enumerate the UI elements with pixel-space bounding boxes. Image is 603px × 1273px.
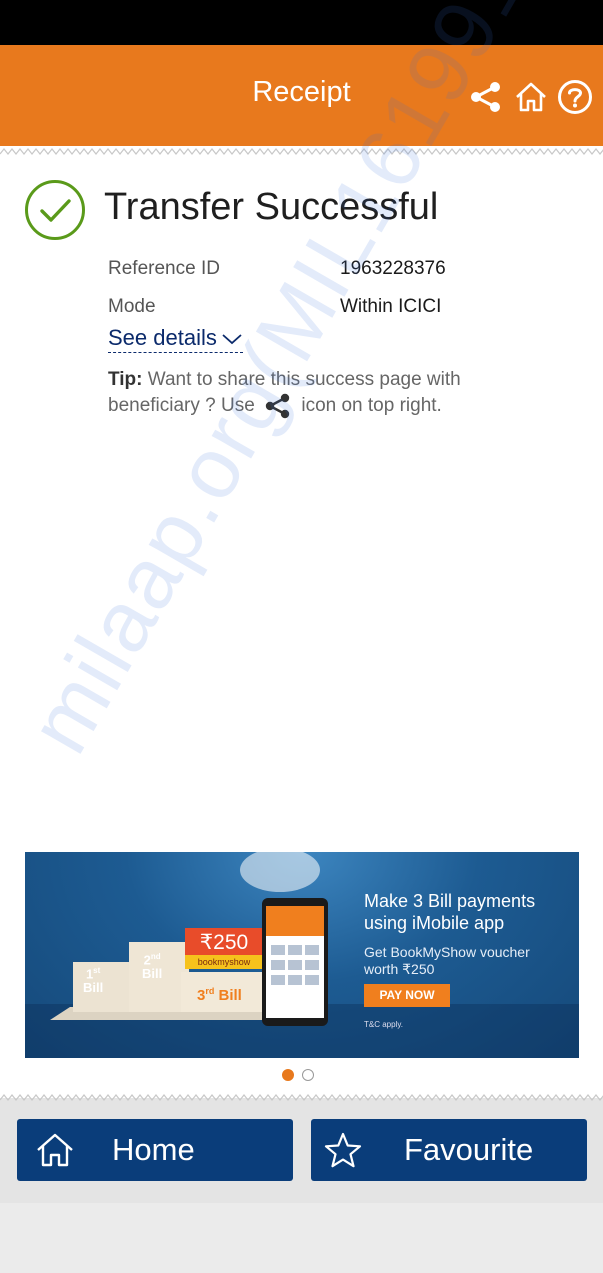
status-title: Transfer Successful xyxy=(104,186,439,228)
carousel-dot-2[interactable] xyxy=(302,1069,314,1081)
home-button[interactable]: Home xyxy=(17,1119,293,1181)
step-2-ordinal: 2 xyxy=(143,952,151,968)
step-3-bill: Bill xyxy=(218,987,242,1004)
favourite-button[interactable]: Favourite xyxy=(311,1119,587,1181)
home-icon[interactable] xyxy=(513,79,549,115)
voucher-amount: ₹250 xyxy=(199,931,249,954)
status-bar xyxy=(0,0,603,45)
share-icon xyxy=(265,393,290,419)
carousel-dots xyxy=(282,1069,314,1081)
voucher-brand: bookmyshow xyxy=(197,957,251,967)
step-3-label: 3rd Bill xyxy=(197,986,242,1004)
mode-label: Mode xyxy=(108,296,156,317)
terms-text: T&C apply. xyxy=(364,1020,403,1029)
step-1-bill: Bill xyxy=(83,980,104,996)
help-icon[interactable] xyxy=(557,79,593,115)
step-2-bill: Bill xyxy=(142,966,163,982)
carousel-dot-1[interactable] xyxy=(282,1069,294,1081)
step-1-sup: st xyxy=(93,966,101,975)
favourite-button-label: Favourite xyxy=(404,1132,534,1167)
check-circle-icon xyxy=(25,180,85,240)
reference-id-value: 1963228376 xyxy=(340,258,446,279)
banner-headline: Make 3 Bill payments using iMobile app xyxy=(364,891,536,933)
reference-id-label: Reference ID xyxy=(108,258,220,279)
zigzag-divider xyxy=(0,148,603,155)
tip-text: Tip: Want to share this success page wit… xyxy=(108,368,518,420)
app-header: Receipt xyxy=(0,45,603,146)
see-details-label: See details xyxy=(108,325,217,350)
step-2-label: 2nd Bill xyxy=(142,950,162,981)
step-1-label: 1st Bill xyxy=(83,964,103,995)
banner-copy: Make 3 Bill payments using iMobile app G… xyxy=(364,890,564,978)
pay-now-button[interactable]: PAY NOW xyxy=(364,984,450,1007)
share-icon[interactable] xyxy=(468,79,504,115)
step-2-sup: nd xyxy=(150,952,161,961)
tip-prefix: Tip: xyxy=(108,369,143,390)
mode-value: Within ICICI xyxy=(340,296,442,317)
home-button-label: Home xyxy=(112,1132,195,1167)
banner-subline: Get BookMyShow voucher worth ₹250 xyxy=(364,944,530,977)
footer-spacer xyxy=(0,1203,603,1273)
see-details-link[interactable]: See details xyxy=(108,325,243,353)
home-icon xyxy=(37,1133,73,1167)
step-3-sup: rd xyxy=(205,986,215,996)
star-icon xyxy=(324,1132,362,1168)
promo-banner[interactable]: 1st Bill 2nd Bill 3rd Bill ₹250 bookmyshow… xyxy=(25,852,579,1058)
tip-body-end: icon on top right. xyxy=(301,395,442,417)
zigzag-divider xyxy=(0,1094,603,1101)
chevron-down-icon xyxy=(222,334,242,345)
